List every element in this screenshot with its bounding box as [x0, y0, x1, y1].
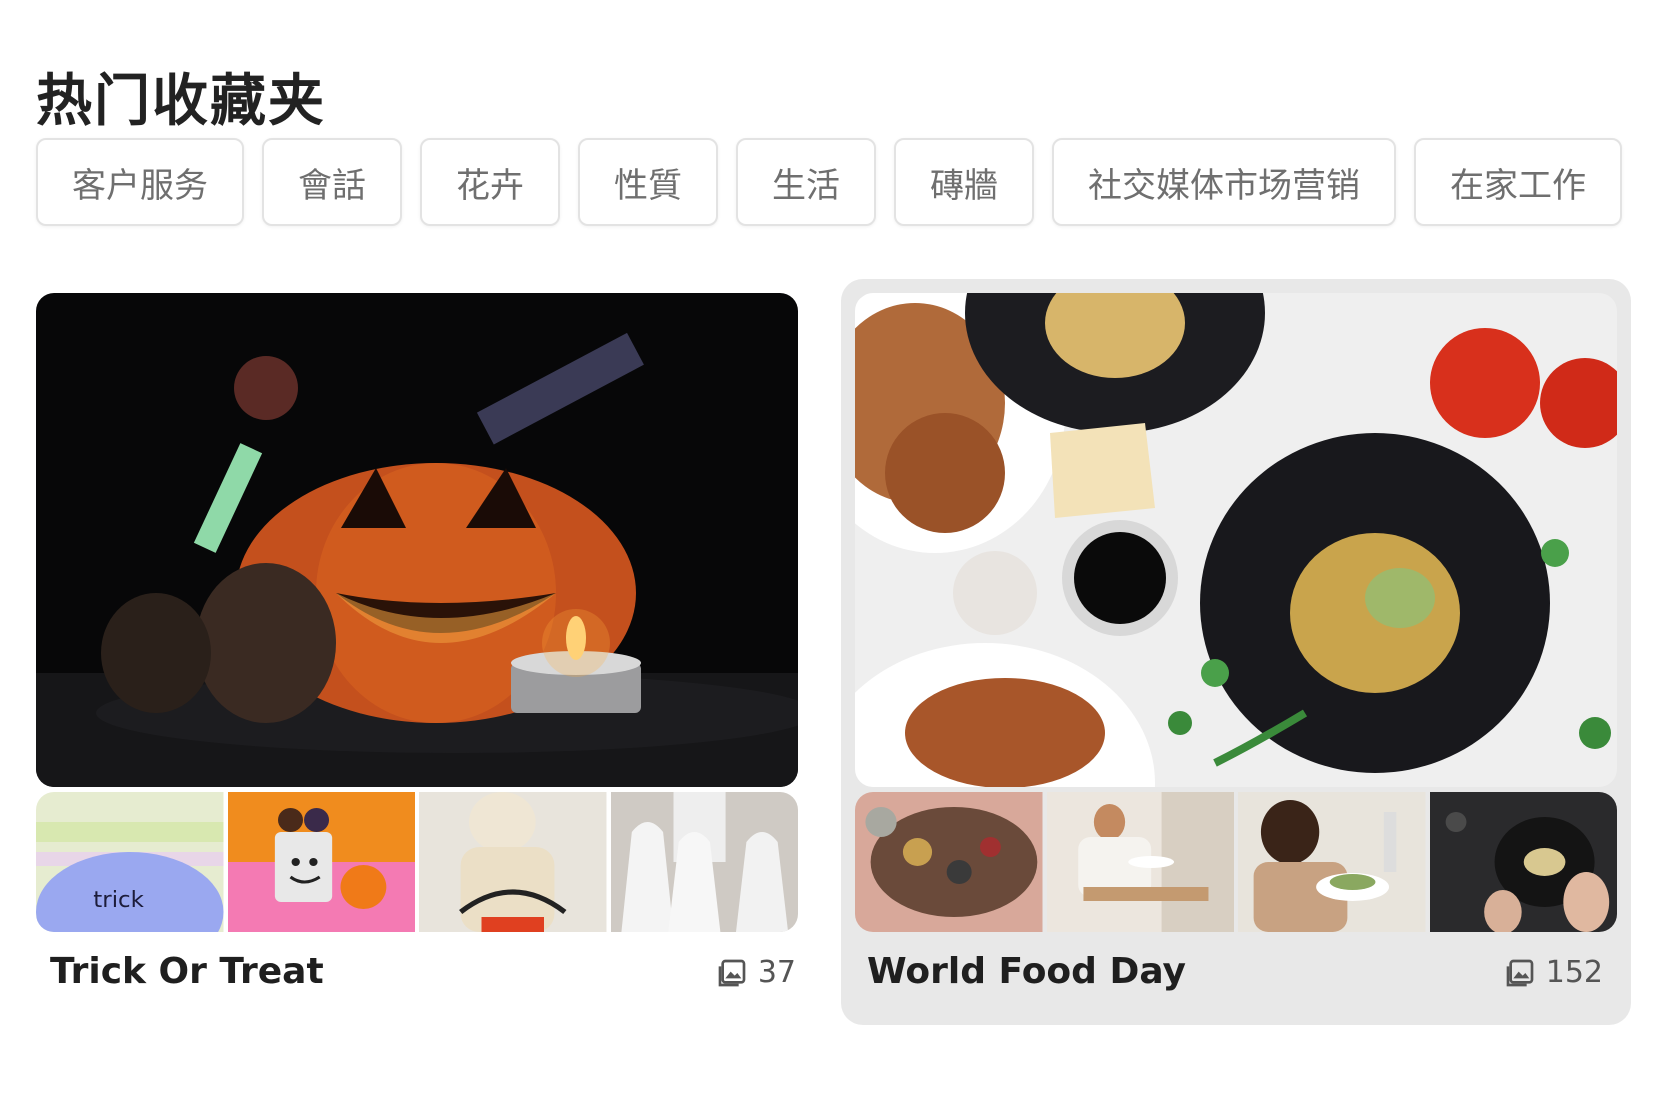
collection-card-world-food-day[interactable]: World Food Day 152	[841, 279, 1631, 1025]
tag-life[interactable]: 生活	[736, 138, 876, 226]
collection-main-image[interactable]	[36, 293, 798, 787]
gallery-icon	[1506, 959, 1534, 986]
tag-work-from-home[interactable]: 在家工作	[1414, 138, 1622, 226]
tag-nature[interactable]: 性質	[578, 138, 718, 226]
collection-count: 37	[716, 955, 796, 990]
tag-social-media-marketing[interactable]: 社交媒体市场营销	[1052, 138, 1396, 226]
popular-collections-page: 热门收藏夹 客户服务 會話 花卉 性質 生活 磚牆 社交媒体市场营销 在家工作	[0, 0, 1662, 1107]
tag-brick-wall[interactable]: 磚牆	[894, 138, 1034, 226]
collection-thumbnail[interactable]	[610, 792, 798, 932]
collection-count: 152	[1504, 955, 1603, 990]
collection-main-image[interactable]	[855, 293, 1617, 787]
collection-thumbnail[interactable]	[419, 792, 607, 932]
collection-card-trick-or-treat[interactable]: trick Trick Or Treat 37	[24, 279, 810, 1025]
collection-thumbnail[interactable]: trick	[36, 792, 224, 932]
collection-count-value: 152	[1545, 955, 1603, 990]
collection-thumbnail[interactable]	[1238, 792, 1426, 932]
page-title: 热门收藏夹	[36, 68, 326, 134]
collection-thumbnail-strip: trick	[36, 792, 798, 932]
tag-flowers[interactable]: 花卉	[420, 138, 560, 226]
collection-title[interactable]: World Food Day	[867, 951, 1186, 992]
tag-customer-service[interactable]: 客户服务	[36, 138, 244, 226]
svg-text:trick: trick	[93, 887, 144, 912]
collection-thumbnail[interactable]	[855, 792, 1043, 932]
gallery-icon	[718, 959, 746, 986]
collection-thumbnail[interactable]	[227, 792, 415, 932]
collection-thumbnail-strip	[855, 792, 1617, 932]
tag-row: 客户服务 會話 花卉 性質 生活 磚牆 社交媒体市场营销 在家工作	[36, 138, 1622, 226]
collection-title[interactable]: Trick Or Treat	[50, 951, 324, 992]
collection-thumbnail[interactable]	[1046, 792, 1234, 932]
collection-count-value: 37	[757, 955, 796, 990]
tag-conversation[interactable]: 會話	[262, 138, 402, 226]
collection-thumbnail[interactable]	[1429, 792, 1617, 932]
